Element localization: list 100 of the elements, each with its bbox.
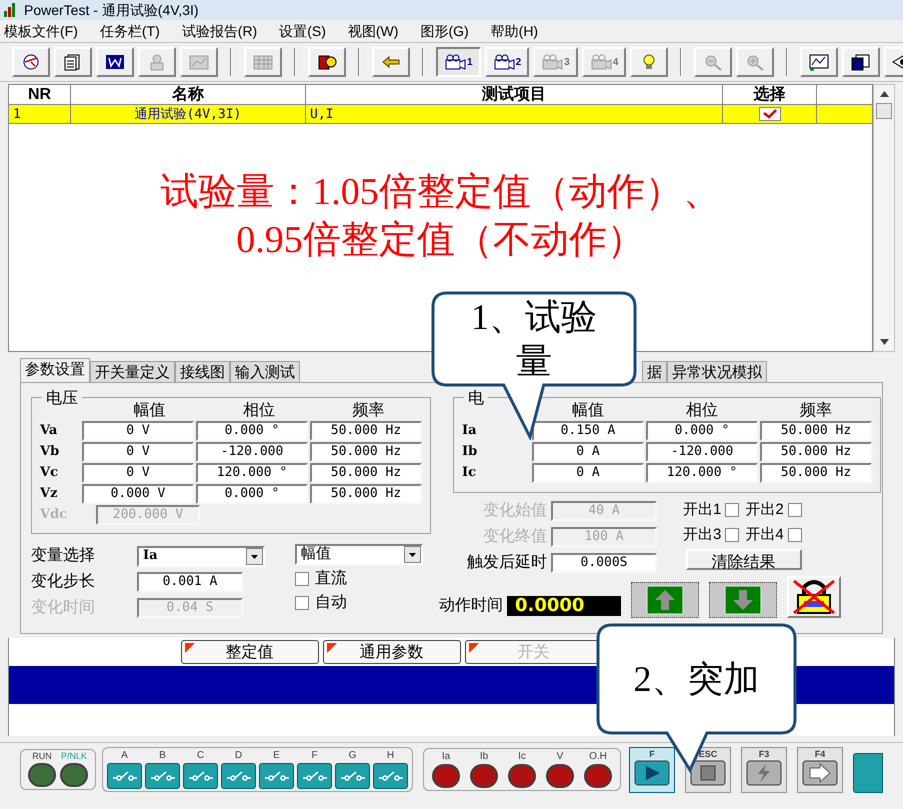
arrow-up-icon — [647, 586, 683, 614]
table-row[interactable]: 1 通用试验(4V,3I) U,I — [9, 105, 872, 124]
toolbar-button[interactable] — [96, 47, 134, 77]
menu-item[interactable]: 试验报告(R) — [182, 20, 258, 42]
switch-button[interactable] — [373, 763, 408, 789]
input-field[interactable]: 0.150 A — [532, 421, 644, 441]
function-key[interactable]: F4 — [797, 746, 843, 792]
field-label: 动作时间 — [439, 596, 503, 616]
menu-item[interactable]: 视图(W) — [348, 20, 398, 42]
tab[interactable]: 输入测试 — [230, 361, 300, 382]
menu-item[interactable]: 设置(S) — [279, 20, 326, 42]
input-field[interactable]: -120.000 — [646, 442, 758, 462]
toolbar-button[interactable] — [12, 47, 50, 77]
checkbox-label: 自动 — [315, 592, 347, 612]
clear-results-button[interactable]: 清除结果 — [686, 549, 802, 570]
switch-button[interactable] — [335, 763, 370, 789]
input-field[interactable]: 0.000 ° — [646, 421, 758, 441]
app-icon — [4, 3, 16, 17]
switch-button[interactable] — [107, 763, 142, 789]
switch-button[interactable] — [259, 763, 294, 789]
input-field[interactable]: 0 V — [82, 463, 194, 483]
toolbar-button[interactable] — [842, 47, 880, 77]
menu-item[interactable]: 模板文件(F) — [4, 20, 78, 42]
dropdown[interactable]: Ia — [137, 546, 265, 566]
checkbox[interactable] — [788, 503, 802, 518]
lamp-label: Ia — [442, 750, 450, 764]
switch-button[interactable] — [145, 763, 180, 789]
input-field[interactable]: 0.000 ° — [196, 421, 308, 441]
input-field[interactable]: 0 V — [82, 442, 194, 462]
input-field[interactable]: 120.000 ° — [196, 463, 308, 483]
switch-label: G — [348, 749, 356, 763]
lamp-label: RUN — [32, 750, 52, 763]
flag-icon — [184, 643, 194, 653]
checkbox-label: 开出3 — [683, 524, 722, 544]
function-key[interactable]: F — [629, 746, 675, 792]
checkbox[interactable] — [295, 596, 309, 610]
input-field[interactable]: 50.000 Hz — [310, 442, 422, 462]
scroll-up-icon[interactable] — [880, 91, 888, 97]
scrollbar-thumb[interactable] — [876, 103, 892, 119]
input-field[interactable]: 0.000 V — [82, 484, 194, 504]
input-field[interactable]: 50.000 Hz — [760, 442, 872, 462]
switch-button[interactable] — [297, 763, 332, 789]
page-button[interactable]: 整定值 — [180, 640, 318, 664]
function-key[interactable]: F3 — [741, 746, 787, 792]
column-header: 选择 — [723, 85, 817, 104]
input-field[interactable]: -120.000 — [196, 442, 308, 462]
tab[interactable]: 据 — [642, 361, 667, 382]
tab[interactable]: 参数设置 — [20, 358, 90, 382]
action-time-display: 0.0000 — [507, 596, 621, 616]
toolbar-button[interactable] — [800, 47, 838, 77]
checkbox[interactable] — [725, 503, 740, 518]
checkbox[interactable] — [758, 107, 780, 121]
switch-button[interactable] — [221, 763, 256, 789]
switch-icon — [340, 770, 366, 782]
grid-icon — [252, 53, 274, 71]
tab[interactable]: 异常状况模拟 — [667, 361, 767, 382]
switch-icon — [188, 770, 214, 782]
input-field[interactable]: 0.000 ° — [196, 484, 308, 504]
lock-button[interactable] — [787, 576, 841, 618]
tab[interactable]: 接线图 — [175, 361, 230, 382]
toolbar-button[interactable] — [308, 47, 346, 77]
switch-button[interactable] — [183, 763, 218, 789]
input-field[interactable]: 50.000 Hz — [760, 463, 872, 483]
scroll-down-icon[interactable] — [880, 339, 888, 345]
window-title: PowerTest - 通用试验(4V,3I) — [24, 0, 199, 20]
camera-icon — [492, 53, 515, 71]
row-label: Ia — [462, 422, 478, 440]
toolbar-button[interactable] — [54, 47, 92, 77]
increase-button[interactable] — [631, 582, 699, 618]
tab[interactable]: 开关量定义 — [90, 361, 175, 382]
checkbox[interactable] — [725, 528, 740, 542]
checkbox[interactable] — [295, 572, 309, 586]
input-field[interactable]: 50.000 Hz — [310, 463, 422, 483]
menu-item[interactable]: 帮助(H) — [490, 20, 538, 42]
input-field[interactable]: 0 V — [82, 421, 194, 441]
row-label: Vz — [40, 485, 58, 504]
dropdown[interactable]: 幅值 — [295, 544, 423, 565]
input-field[interactable]: 120.000 ° — [646, 463, 758, 483]
input-field[interactable]: 0 A — [532, 442, 644, 462]
menu-item[interactable]: 图形(G) — [420, 20, 469, 42]
toolbar-button[interactable] — [372, 47, 410, 77]
switch-button[interactable] — [853, 752, 883, 792]
switch-icon — [150, 770, 176, 782]
toolbar-button[interactable]: 2 — [484, 47, 530, 77]
input-field[interactable]: 0.000S — [551, 553, 657, 573]
input-field[interactable]: 0.001 A — [137, 572, 243, 592]
switch-icon — [226, 770, 252, 782]
menu-item[interactable]: 任务栏(T) — [100, 20, 160, 42]
checkbox[interactable] — [788, 528, 802, 542]
input-field[interactable]: 0 A — [532, 463, 644, 483]
toolbar-button[interactable]: 1 — [436, 47, 481, 77]
page-button[interactable]: 通用参数 — [322, 640, 460, 664]
table-cell: 1 — [9, 105, 71, 123]
input-field[interactable]: 50.000 Hz — [760, 421, 872, 441]
arrow-down-icon — [725, 586, 761, 614]
input-field[interactable]: 50.000 Hz — [310, 484, 422, 504]
decrease-button[interactable] — [709, 582, 777, 618]
scrollbar[interactable] — [873, 84, 895, 352]
switch-label: A — [121, 749, 128, 763]
input-field[interactable]: 50.000 Hz — [310, 421, 422, 441]
